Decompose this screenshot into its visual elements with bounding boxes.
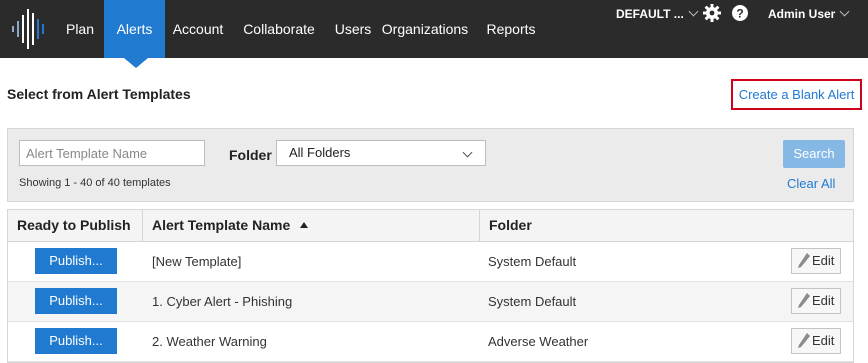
- edit-button-label: Edit: [812, 293, 835, 308]
- folder-label: Folder: [229, 147, 272, 163]
- publish-button[interactable]: Publish...: [35, 248, 117, 274]
- page-title: Select from Alert Templates: [7, 86, 191, 102]
- edit-button[interactable]: Edit: [791, 328, 841, 354]
- gear-icon[interactable]: [703, 4, 721, 22]
- column-header-label: Alert Template Name: [152, 217, 291, 233]
- nav-item-collaborate[interactable]: Collaborate: [237, 0, 321, 58]
- sort-ascending-icon: [300, 222, 309, 228]
- table-row: Publish... 2. Weather Warning Adverse We…: [8, 322, 853, 362]
- folder-select[interactable]: All Folders: [276, 140, 486, 166]
- nav-item-organizations[interactable]: Organizations: [379, 0, 471, 58]
- clear-all-link[interactable]: Clear All: [787, 176, 835, 191]
- folder-select-value: All Folders: [289, 145, 351, 160]
- template-name-cell: 2. Weather Warning: [152, 334, 267, 349]
- create-blank-alert-link[interactable]: Create a Blank Alert: [731, 79, 862, 110]
- column-header-template-name[interactable]: Alert Template Name: [143, 210, 480, 241]
- nav-item-reports[interactable]: Reports: [481, 0, 541, 58]
- nav-item-plan[interactable]: Plan: [57, 0, 103, 58]
- publish-button[interactable]: Publish...: [35, 288, 117, 314]
- pencil-icon: [798, 333, 810, 348]
- edit-button[interactable]: Edit: [791, 288, 841, 314]
- folder-cell: System Default: [488, 294, 577, 309]
- edit-button-label: Edit: [812, 333, 835, 348]
- filter-panel: Folder All Folders Showing 1 - 40 of 40 …: [7, 128, 854, 202]
- template-name-cell: [New Template]: [152, 254, 242, 269]
- publish-button[interactable]: Publish...: [35, 328, 117, 354]
- edit-button[interactable]: Edit: [791, 248, 841, 274]
- table-row: Publish... [New Template] System Default…: [8, 242, 853, 282]
- user-menu[interactable]: Admin User: [768, 0, 850, 28]
- folder-cell: System Default: [488, 254, 577, 269]
- template-name-cell: 1. Cyber Alert - Phishing: [152, 294, 293, 309]
- nav-item-alerts[interactable]: Alerts: [104, 0, 165, 58]
- template-name-search-input[interactable]: [19, 140, 205, 166]
- account-menu-label: DEFAULT ...: [616, 7, 684, 21]
- user-menu-label: Admin User: [768, 7, 836, 21]
- search-button[interactable]: Search: [783, 140, 845, 168]
- edit-button-label: Edit: [812, 253, 835, 268]
- chevron-down-icon: [688, 6, 699, 17]
- svg-text:?: ?: [736, 7, 743, 21]
- table-row: Publish... 1. Cyber Alert - Phishing Sys…: [8, 282, 853, 322]
- nav-item-users[interactable]: Users: [330, 0, 376, 58]
- results-count: Showing 1 - 40 of 40 templates: [19, 177, 171, 189]
- pencil-icon: [798, 293, 810, 308]
- nav-item-account[interactable]: Account: [166, 0, 230, 58]
- column-header-folder[interactable]: Folder: [480, 210, 853, 241]
- active-tab-caret: [124, 58, 148, 68]
- table-header: Ready to Publish Alert Template Name Fol…: [8, 210, 853, 242]
- pencil-icon: [798, 253, 810, 268]
- chevron-down-icon: [462, 147, 473, 158]
- waveform-logo-icon[interactable]: [10, 9, 54, 49]
- column-header-ready-to-publish: Ready to Publish: [8, 210, 143, 241]
- folder-cell: Adverse Weather: [488, 334, 589, 349]
- help-icon[interactable]: ?: [731, 4, 749, 22]
- templates-table: Ready to Publish Alert Template Name Fol…: [7, 209, 854, 363]
- account-menu[interactable]: DEFAULT ...: [616, 0, 699, 28]
- chevron-down-icon: [839, 6, 850, 17]
- top-nav-bar: Plan Alerts Account Collaborate Users Or…: [0, 0, 868, 58]
